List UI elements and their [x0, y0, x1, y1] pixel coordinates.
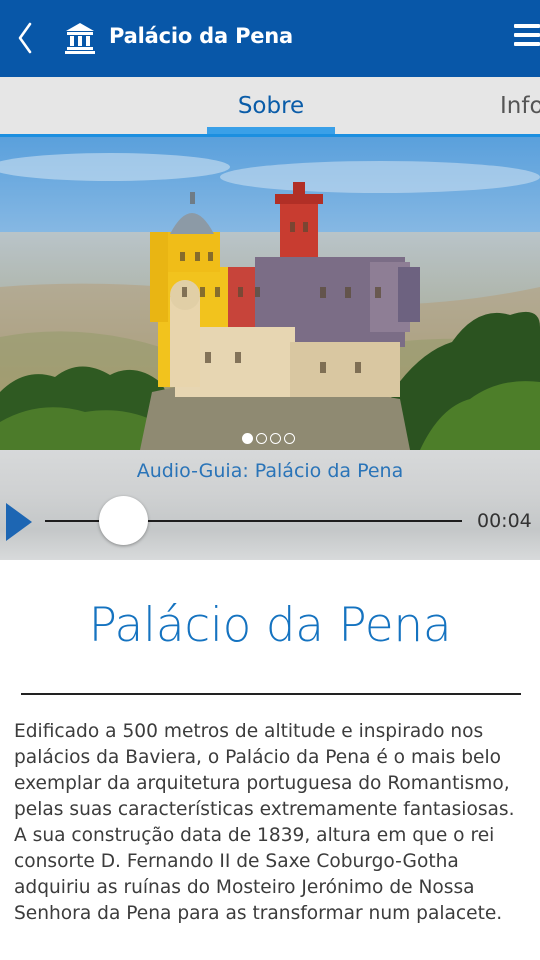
carousel-dot-3[interactable]	[270, 433, 281, 444]
tab-info[interactable]: Info	[500, 93, 540, 119]
audio-guide-player: Audio-Guia: Palácio da Pena 00:04	[0, 450, 540, 560]
carousel-dot-4[interactable]	[284, 433, 295, 444]
audio-time: 00:04	[477, 510, 532, 532]
hamburger-menu-icon[interactable]	[510, 22, 540, 52]
monument-icon	[65, 23, 95, 54]
header-title: Palácio da Pena	[109, 24, 294, 48]
tab-bar: Sobre Info	[0, 77, 540, 137]
audio-guide-title: Audio-Guia: Palácio da Pena	[136, 460, 404, 482]
audio-progress-thumb[interactable]	[99, 496, 148, 545]
tab-sobre[interactable]: Sobre	[207, 93, 335, 119]
hero-image-carousel[interactable]	[0, 137, 540, 450]
palace-photo	[0, 137, 540, 450]
carousel-dot-2[interactable]	[256, 433, 267, 444]
play-icon[interactable]	[6, 503, 32, 541]
page-title: Palácio da Pena	[88, 598, 452, 653]
tab-active-indicator	[207, 127, 335, 134]
carousel-dot-1[interactable]	[242, 433, 253, 444]
description-text: Edificado a 500 metros de altitude e ins…	[14, 721, 515, 924]
title-divider	[21, 693, 521, 695]
chevron-left-icon[interactable]	[14, 20, 36, 56]
app-header: Palácio da Pena	[0, 0, 540, 77]
